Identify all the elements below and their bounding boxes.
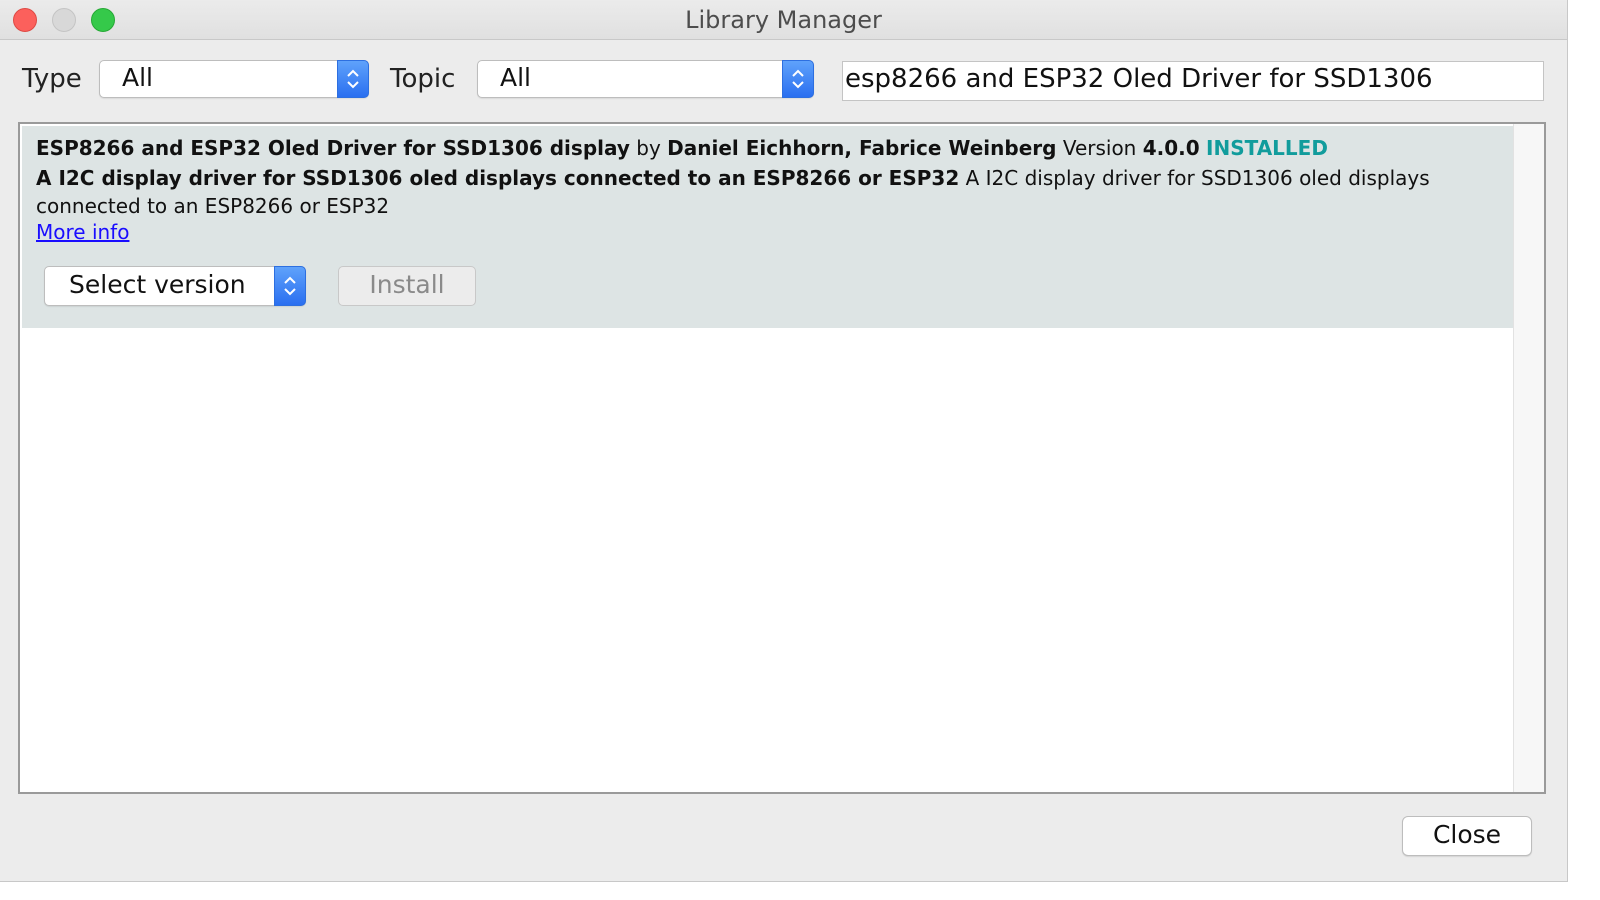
type-select-value: All	[122, 63, 153, 92]
library-header: ESP8266 and ESP32 Oled Driver for SSD130…	[36, 136, 1328, 160]
library-summary: A I2C display driver for SSD1306 oled di…	[36, 166, 960, 190]
library-name: ESP8266 and ESP32 Oled Driver for SSD130…	[36, 136, 630, 160]
title-bar: Library Manager	[0, 0, 1567, 40]
library-manager-window: Library Manager Type All Topic All esp82…	[0, 0, 1568, 882]
version-select-value: Select version	[69, 270, 246, 299]
type-label: Type	[22, 64, 82, 94]
search-input-value: esp8266 and ESP32 Oled Driver for SSD130…	[845, 64, 1433, 94]
chevron-up-down-icon[interactable]	[274, 266, 306, 306]
topic-label: Topic	[390, 64, 456, 94]
chevron-up-down-icon[interactable]	[782, 60, 814, 98]
type-select[interactable]: All	[99, 60, 369, 98]
status-badge: INSTALLED	[1206, 136, 1328, 160]
chevron-up-down-icon[interactable]	[337, 60, 369, 98]
version-select[interactable]: Select version	[44, 266, 306, 306]
more-info-link[interactable]: More info	[36, 220, 129, 244]
search-input[interactable]: esp8266 and ESP32 Oled Driver for SSD130…	[842, 61, 1544, 101]
library-description: A I2C display driver for SSD1306 oled di…	[36, 164, 1436, 220]
library-authors: Daniel Eichhorn, Fabrice Weinberg	[667, 136, 1057, 160]
install-button[interactable]: Install	[338, 266, 476, 306]
topic-select-value: All	[500, 63, 531, 92]
topic-select[interactable]: All	[477, 60, 814, 98]
close-button[interactable]: Close	[1402, 816, 1532, 856]
version-label: Version	[1062, 136, 1137, 160]
scrollbar[interactable]	[1513, 124, 1544, 792]
library-list[interactable]: ESP8266 and ESP32 Oled Driver for SSD130…	[18, 122, 1546, 794]
library-version: 4.0.0	[1142, 136, 1200, 160]
list-item[interactable]: ESP8266 and ESP32 Oled Driver for SSD130…	[22, 126, 1514, 328]
window-title: Library Manager	[685, 6, 882, 34]
by-label: by	[636, 136, 661, 160]
